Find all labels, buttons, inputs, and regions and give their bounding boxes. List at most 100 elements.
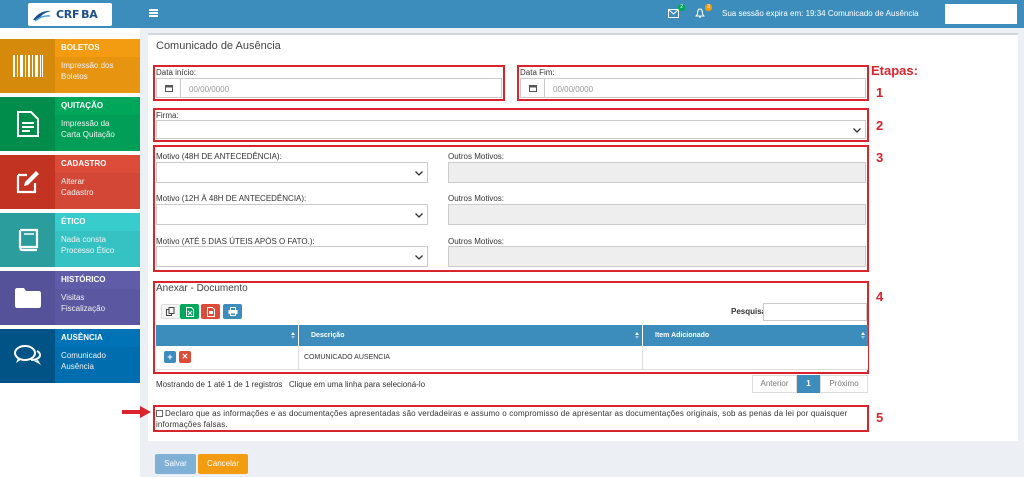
red-arrow-icon xyxy=(122,406,151,418)
outros-motivos-label-2: Outros Motivos: xyxy=(448,194,505,203)
document-icon xyxy=(0,97,55,151)
sort-icon xyxy=(861,332,865,339)
sidebar-item-label[interactable]: Alterar Cadastro xyxy=(55,173,140,209)
export-excel-button[interactable] xyxy=(180,304,199,319)
sidebar-menu: BOLETOS Impressão dos Boletos QUITAÇÃO Impre… xyxy=(0,39,140,387)
column-header-descricao[interactable]: Descrição xyxy=(299,325,643,346)
print-button[interactable] xyxy=(223,304,242,319)
print-icon xyxy=(228,307,237,316)
step-number-3: 3 xyxy=(876,150,884,165)
book-icon xyxy=(0,213,55,267)
crf-ba-logo[interactable]: CRF BA xyxy=(28,3,112,26)
outros-motivos-label-1: Outros Motivos: xyxy=(448,152,505,161)
excel-file-icon xyxy=(185,306,194,317)
row-actions-cell xyxy=(156,346,299,370)
chat-icon xyxy=(0,329,55,383)
copy-button[interactable] xyxy=(161,304,180,319)
sidebar-item-boletos[interactable]: BOLETOS Impressão dos Boletos xyxy=(0,39,140,93)
step-number-5: 5 xyxy=(876,410,884,425)
data-fim-input[interactable]: 00/00/0000 xyxy=(520,78,866,98)
top-navbar: CRF BA 2 3 Sua sessão expira em: 19:34 Co… xyxy=(0,0,1024,28)
sidebar-toggle-icon[interactable] xyxy=(149,9,158,17)
edit-icon xyxy=(0,155,55,209)
sidebar-item-label[interactable]: Visitas Fiscalização xyxy=(55,289,140,325)
motivo-5-dias-label: Motivo (ATÉ 5 DIAS ÚTEIS APÓS O FATO.): xyxy=(156,237,315,246)
sidebar-item-ausência[interactable]: AUSÊNCIA Comunicado Ausência xyxy=(0,329,140,383)
page-title: Comunicado de Ausência xyxy=(156,40,281,52)
logo-text: CRF BA xyxy=(56,8,98,21)
motivo-12h-48h-label: Motivo (12H À 48H DE ANTECEDÊNCIA): xyxy=(156,194,307,203)
plus-icon: + xyxy=(167,352,173,362)
sidebar-item-label[interactable]: Impressão da Carta Quitação xyxy=(55,115,140,151)
sidebar-item-cadastro[interactable]: CADASTRO Alterar Cadastro xyxy=(0,155,140,209)
remove-row-button[interactable]: ✕ xyxy=(179,351,191,363)
save-button[interactable]: Salvar xyxy=(155,454,196,474)
sidebar-item-title: QUITAÇÃO xyxy=(55,97,140,115)
sidebar-item-title: ÉTICO xyxy=(55,213,140,231)
sidebar-item-title: AUSÊNCIA xyxy=(55,329,140,347)
column-header-actions[interactable] xyxy=(156,325,299,346)
row-descricao-cell: COMUNICADO AUSENCIA xyxy=(299,346,643,370)
firma-label: Firma: xyxy=(156,111,179,120)
export-pdf-button[interactable] xyxy=(201,304,220,319)
bell-badge: 3 xyxy=(705,4,712,11)
mail-badge: 2 xyxy=(678,4,685,11)
anexar-documento-title: Anexar - Documento xyxy=(156,283,248,294)
sidebar-item-ético[interactable]: ÉTICO Nada consta Processo Ético xyxy=(0,213,140,267)
session-expiry-text: Sua sessão expira em: 19:34 Comunicado d… xyxy=(722,9,919,18)
sidebar-item-label[interactable]: Nada consta Processo Ético xyxy=(55,231,140,267)
mail-icon[interactable]: 2 xyxy=(668,4,685,19)
calendar-icon[interactable] xyxy=(521,79,545,97)
chevron-down-icon xyxy=(853,127,861,133)
motivo-12h-48h-select[interactable] xyxy=(156,204,428,225)
sort-icon xyxy=(291,332,295,339)
data-fim-placeholder: 00/00/0000 xyxy=(553,85,594,94)
data-fim-label: Data Fim: xyxy=(520,68,555,77)
step-number-2: 2 xyxy=(876,118,884,133)
motivo-48h-select[interactable] xyxy=(156,162,428,183)
motivo-48h-label: Motivo (48H DE ANTECEDÊNCIA): xyxy=(156,152,282,161)
sidebar-item-title: CADASTRO xyxy=(55,155,140,173)
folder-icon xyxy=(0,271,55,325)
step-number-1: 1 xyxy=(876,85,884,100)
sort-icon xyxy=(635,332,639,339)
outros-motivos-input-1[interactable] xyxy=(448,162,866,183)
calendar-icon[interactable] xyxy=(157,79,181,97)
outros-motivos-label-3: Outros Motivos: xyxy=(448,237,505,246)
sidebar-item-title: HISTÓRICO xyxy=(55,271,140,289)
declaration-text: Declaro que as informações e as document… xyxy=(156,409,848,429)
data-inicio-label: Data início: xyxy=(156,68,197,77)
pdf-file-icon xyxy=(206,306,215,317)
close-icon: ✕ xyxy=(181,352,189,361)
sidebar-item-quitação[interactable]: QUITAÇÃO Impressão da Carta Quitação xyxy=(0,97,140,151)
motivo-5-dias-select[interactable] xyxy=(156,246,428,267)
data-inicio-input[interactable]: 00/00/0000 xyxy=(156,78,502,98)
barcode-icon xyxy=(0,39,55,93)
copy-icon xyxy=(166,307,175,316)
chevron-down-icon xyxy=(415,170,423,176)
logo-swoosh-icon xyxy=(33,10,51,22)
table-row[interactable]: COMUNICADO AUSENCIA xyxy=(156,346,868,370)
declaration-checkbox[interactable] xyxy=(156,410,163,417)
step-number-4: 4 xyxy=(876,289,884,304)
sidebar-item-label[interactable]: Comunicado Ausência xyxy=(55,347,140,383)
cancel-button[interactable]: Cancelar xyxy=(198,454,248,474)
pagination-next[interactable]: Próximo xyxy=(820,375,868,393)
bell-icon[interactable]: 3 xyxy=(695,4,712,19)
sidebar-item-label[interactable]: Impressão dos Boletos xyxy=(55,57,140,93)
search-input[interactable] xyxy=(763,303,867,321)
pagination-previous[interactable]: Anterior xyxy=(752,375,797,393)
etapas-title: Etapas: xyxy=(871,63,918,78)
table-header: Descrição Item Adicionado xyxy=(156,325,868,346)
sidebar-item-title: BOLETOS xyxy=(55,39,140,57)
outros-motivos-input-3[interactable] xyxy=(448,246,866,267)
sidebar-item-histórico[interactable]: HISTÓRICO Visitas Fiscalização xyxy=(0,271,140,325)
user-menu-box[interactable] xyxy=(945,4,1017,24)
pagination-page-1[interactable]: 1 xyxy=(797,375,820,393)
firma-select[interactable] xyxy=(156,120,866,139)
add-row-button[interactable]: + xyxy=(164,351,176,363)
row-item-cell xyxy=(643,346,868,370)
outros-motivos-input-2[interactable] xyxy=(448,204,866,225)
table-info: Mostrando de 1 até 1 de 1 registros Cliq… xyxy=(156,380,426,389)
column-header-item-adicionado[interactable]: Item Adicionado xyxy=(643,325,868,346)
